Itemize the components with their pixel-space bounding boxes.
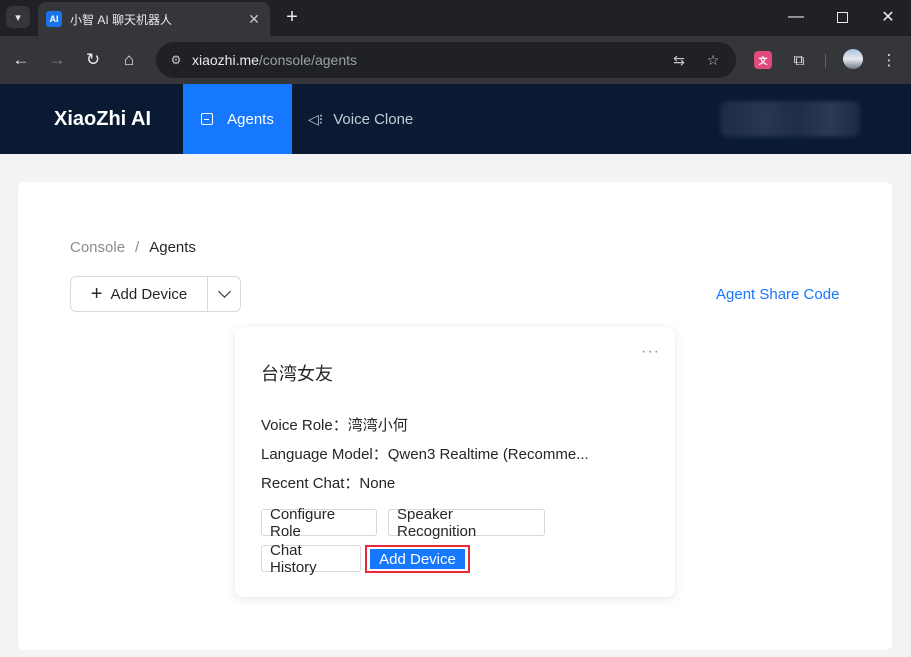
recent-chat-line: Recent Chat：None [261,472,395,493]
add-device-dropdown-button[interactable] [208,277,240,311]
plus-icon: + [90,282,103,305]
arrow-right-icon: → [48,50,66,69]
reload-icon: ↻ [85,50,101,69]
url-path: /console/agents [258,52,357,68]
speaker-icon: ◁⁝ [308,110,324,127]
user-info-blurred[interactable] [720,101,860,137]
agent-card: ··· 台湾女友 Voice Role：湾湾小何 Language Model：… [235,327,675,597]
favicon-icon: AI [46,11,62,27]
more-options-icon[interactable]: ··· [641,343,660,361]
app-header: XiaoZhi AI Agents ◁⁝ Voice Clone [0,84,911,154]
nav-tab-label: Voice Clone [333,110,414,128]
robot-icon [201,113,214,125]
language-model-label: Language Model： [261,446,388,463]
minimize-button[interactable]: — [773,0,819,34]
maximize-button[interactable] [819,0,865,34]
site-info-icon[interactable]: ⚙ [164,53,188,67]
nav-tab-voice-clone[interactable]: ◁⁝ Voice Clone [308,84,413,154]
window-close-button[interactable]: ✕ [865,0,911,34]
breadcrumb-console[interactable]: Console [70,239,125,256]
new-tab-button[interactable]: + [280,5,304,29]
recent-chat-value: None [359,475,396,492]
menu-dots-icon[interactable]: ⋮ [877,48,901,72]
url-text: xiaozhi.me/console/agents [192,52,357,68]
arrow-left-icon: ← [12,50,30,69]
language-model-line: Language Model：Qwen3 Realtime (Recomme..… [261,443,589,464]
card-add-device-button[interactable]: Add Device [370,549,465,569]
browser-tab[interactable]: AI 小智 AI 聊天机器人 ✕ [38,2,270,36]
breadcrumb-separator: / [135,239,140,256]
language-model-value: Qwen3 Realtime (Recomme... [387,446,589,463]
breadcrumb-current: Agents [149,239,196,256]
close-icon: ✕ [881,9,895,26]
forward-button[interactable]: → [45,48,69,72]
maximize-icon [836,11,848,23]
tab-search-button[interactable]: ▾ [6,6,30,28]
app-logo[interactable]: XiaoZhi AI [54,108,151,131]
browser-tab-bar: ▾ AI 小智 AI 聊天机器人 ✕ + — ✕ [0,0,911,36]
voice-role-value: 湾湾小何 [347,417,408,434]
home-icon: ⌂ [123,50,135,69]
extension-translate-icon[interactable]: 文 [754,51,772,69]
voice-role-label: Voice Role： [261,417,348,434]
add-device-highlight: Add Device [365,545,470,573]
recent-chat-label: Recent Chat： [261,475,360,492]
extensions-icon[interactable]: ⧉ [787,48,811,72]
chevron-down-icon [217,285,231,298]
minimize-icon: — [788,8,804,25]
nav-tab-label: Agents [227,110,274,128]
reload-button[interactable]: ↻ [81,48,105,72]
home-button[interactable]: ⌂ [117,48,141,72]
plus-icon: + [286,5,298,28]
agent-share-code-link[interactable]: Agent Share Code [716,286,839,303]
speaker-recognition-button[interactable]: Speaker Recognition [388,506,545,540]
browser-toolbar: ← → ↻ ⌂ ⚙ xiaozhi.me/console/agents ⇆ ☆ … [0,36,911,84]
tab-title: 小智 AI 聊天机器人 [70,12,173,27]
nav-tab-agents[interactable]: Agents [183,84,292,154]
star-icon[interactable]: ☆ [703,50,723,70]
add-device-button[interactable]: + Add Device [71,277,208,311]
voice-role-line: Voice Role：湾湾小何 [261,414,408,435]
toolbar-divider [825,54,826,68]
configure-role-button[interactable]: Configure Role [261,506,377,540]
breadcrumb: Console / Agents [70,239,196,256]
profile-avatar[interactable] [843,49,863,69]
url-host: xiaozhi.me [192,52,259,68]
close-icon[interactable]: ✕ [246,11,262,28]
agent-name: 台湾女友 [261,364,333,384]
translate-icon[interactable]: ⇆ [669,50,689,70]
add-device-label: Add Device [110,285,188,303]
chat-history-button[interactable]: Chat History [261,542,361,576]
add-device-split-button: + Add Device [70,276,241,312]
address-bar[interactable]: ⚙ xiaozhi.me/console/agents ⇆ ☆ [156,42,736,78]
chevron-down-icon: ▾ [15,11,21,24]
back-button[interactable]: ← [9,48,33,72]
